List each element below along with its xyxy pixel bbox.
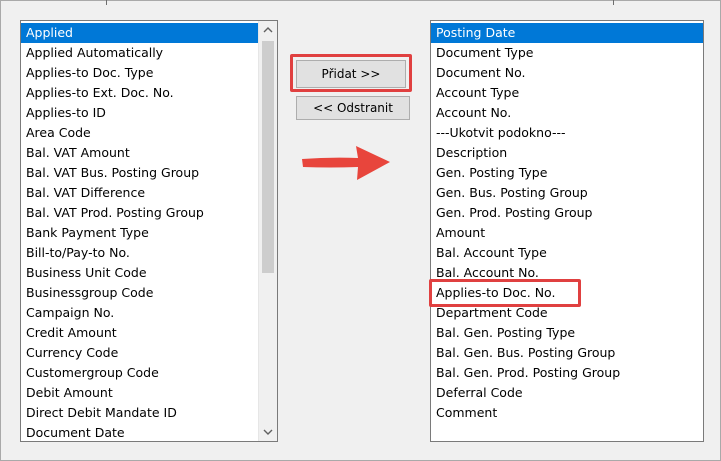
list-item[interactable]: Applied Automatically xyxy=(21,43,258,63)
list-item[interactable]: Gen. Bus. Posting Group xyxy=(431,183,703,203)
list-item[interactable]: Bal. Gen. Bus. Posting Group xyxy=(431,343,703,363)
list-item[interactable]: Credit Amount xyxy=(21,323,258,343)
scrollbar-thumb[interactable] xyxy=(262,41,274,273)
selected-columns-list[interactable]: Posting Date Document Type Document No. Acc… xyxy=(430,20,704,442)
list-item[interactable]: Gen. Prod. Posting Group xyxy=(431,203,703,223)
list-item[interactable]: Department Code xyxy=(431,303,703,323)
list-item[interactable]: Bal. VAT Bus. Posting Group xyxy=(21,163,258,183)
list-item[interactable]: Amount xyxy=(431,223,703,243)
list-item[interactable]: Bank Payment Type xyxy=(21,223,258,243)
list-item[interactable]: Posting Date xyxy=(431,23,703,43)
available-columns-list[interactable]: Applied Applied Automatically Applies-to D… xyxy=(20,20,278,442)
list-item[interactable]: Document Type xyxy=(431,43,703,63)
list-item[interactable]: Applies-to Ext. Doc. No. xyxy=(21,83,258,103)
list-item[interactable]: Business Unit Code xyxy=(21,263,258,283)
chevron-up-icon[interactable] xyxy=(259,21,277,39)
list-item[interactable]: Campaign No. xyxy=(21,303,258,323)
list-item[interactable]: Customergroup Code xyxy=(21,363,258,383)
list-item[interactable]: Deferral Code xyxy=(431,383,703,403)
list-item[interactable]: Bal. Account Type xyxy=(431,243,703,263)
ruler-tick xyxy=(106,0,107,5)
list-item[interactable]: Applies-to Doc. Type xyxy=(21,63,258,83)
top-ruler xyxy=(0,0,721,5)
list-item[interactable]: Bal. Gen. Posting Type xyxy=(431,323,703,343)
selected-columns-items: Posting Date Document Type Document No. Acc… xyxy=(431,23,703,423)
list-item[interactable]: ---Ukotvit podokno--- xyxy=(431,123,703,143)
chevron-down-icon[interactable] xyxy=(259,423,277,441)
list-item[interactable]: Applies-to Doc. No. xyxy=(431,283,703,303)
list-item[interactable]: Document No. xyxy=(431,63,703,83)
add-button[interactable]: Přidat >> xyxy=(296,60,406,88)
ruler-tick xyxy=(613,0,614,5)
list-item[interactable]: Bal. VAT Difference xyxy=(21,183,258,203)
list-item[interactable]: Bal. VAT Prod. Posting Group xyxy=(21,203,258,223)
vertical-scrollbar[interactable] xyxy=(258,21,277,441)
list-item[interactable]: Currency Code xyxy=(21,343,258,363)
list-item[interactable]: Applies-to ID xyxy=(21,103,258,123)
list-item[interactable]: Document Date xyxy=(21,423,258,441)
list-item[interactable]: Description xyxy=(431,143,703,163)
list-item[interactable]: Businessgroup Code xyxy=(21,283,258,303)
available-columns-items: Applied Applied Automatically Applies-to D… xyxy=(21,23,258,441)
list-item[interactable]: Area Code xyxy=(21,123,258,143)
list-item[interactable]: Direct Debit Mandate ID xyxy=(21,403,258,423)
list-item[interactable]: Bal. Gen. Prod. Posting Group xyxy=(431,363,703,383)
list-item[interactable]: Bal. VAT Amount xyxy=(21,143,258,163)
list-item[interactable]: Bill-to/Pay-to No. xyxy=(21,243,258,263)
list-item[interactable]: Comment xyxy=(431,403,703,423)
right-arrow-icon xyxy=(302,146,390,180)
remove-button[interactable]: << Odstranit xyxy=(296,96,410,120)
list-item[interactable]: Account Type xyxy=(431,83,703,103)
list-item[interactable]: Debit Amount xyxy=(21,383,258,403)
list-item[interactable]: Applied xyxy=(21,23,258,43)
list-item[interactable]: Gen. Posting Type xyxy=(431,163,703,183)
list-item[interactable]: Bal. Account No. xyxy=(431,263,703,283)
list-item[interactable]: Account No. xyxy=(431,103,703,123)
